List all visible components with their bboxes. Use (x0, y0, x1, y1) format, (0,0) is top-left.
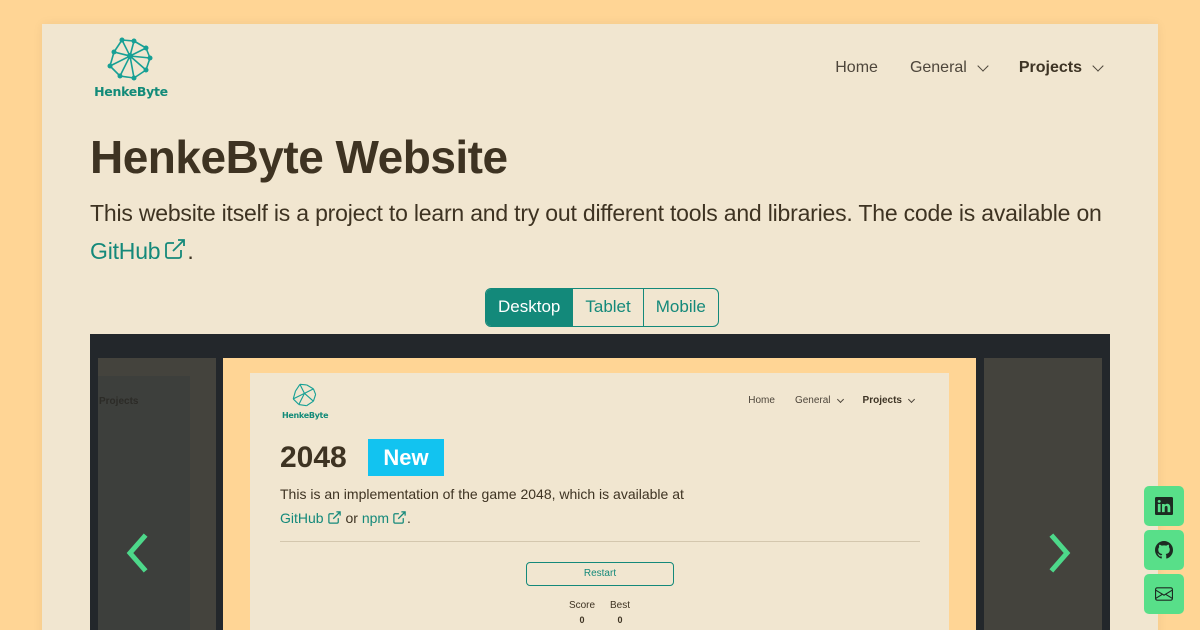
toggle-desktop[interactable]: Desktop (486, 289, 574, 326)
score-box: Score 0 (562, 600, 602, 625)
slide-nav-general: General (794, 395, 844, 406)
view-toggle: Desktop Tablet Mobile (485, 288, 719, 327)
chevron-down-icon (907, 395, 916, 403)
site-logo[interactable]: HenkeByte (94, 36, 168, 102)
previous-arrow-icon[interactable] (122, 531, 152, 575)
slide-title: 2048 (280, 441, 347, 474)
restart-button: Restart (526, 562, 674, 586)
slide-github-label: GitHub (280, 510, 324, 526)
slide-or-text: or (341, 510, 362, 526)
nav-projects-label: Projects (1018, 59, 1082, 76)
slide-divider (280, 541, 920, 542)
best-box: Best 0 (600, 600, 640, 625)
page-description: This website itself is a project to lear… (90, 194, 1120, 270)
github-link[interactable]: GitHub (90, 238, 187, 264)
slide-page-card: HenkeByte Home General Projects 2048 New… (250, 373, 949, 630)
nav-general-label: General (909, 59, 967, 76)
external-link-icon (165, 239, 186, 259)
toggle-tablet[interactable]: Tablet (573, 289, 644, 326)
new-badge: New (368, 439, 444, 476)
slide-nav-projects: Projects (862, 395, 916, 406)
nav-home-label: Home (835, 59, 878, 76)
score-label: Score (568, 600, 596, 611)
network-logo-icon (292, 383, 317, 407)
nav-projects[interactable]: Projects (1018, 59, 1104, 77)
slide-nav-home: Home (748, 395, 775, 406)
page-card: HenkeByte Home General Projects HenkeByt… (42, 24, 1158, 630)
slide-npm-label: npm (361, 510, 390, 526)
mail-icon (1155, 587, 1173, 601)
next-slide-preview (984, 358, 1102, 630)
previous-slide-preview: Projects (98, 358, 216, 630)
slide-period: . (407, 510, 411, 526)
nav-general[interactable]: General (909, 59, 989, 77)
logo-text: HenkeByte (94, 84, 168, 99)
mail-button[interactable] (1144, 574, 1184, 614)
slide-npm-link: npm (362, 510, 407, 526)
slide-logo: HenkeByte (282, 381, 329, 423)
github-icon (1155, 541, 1173, 559)
slide-nav: Home General Projects (748, 395, 916, 406)
slide-nav-general-label: General (794, 395, 831, 406)
previous-slide-content (98, 376, 190, 630)
external-link-icon (393, 511, 406, 524)
external-link-icon (327, 511, 341, 524)
score-value: 0 (579, 615, 585, 625)
best-value: 0 (617, 615, 623, 625)
screenshot-carousel: Projects HenkeByte Home General Projects… (90, 334, 1110, 630)
slide-desc-text: This is an implementation of the game 20… (280, 486, 684, 502)
linkedin-icon (1155, 497, 1173, 515)
previous-slide-nav-text: Projects (99, 396, 139, 407)
page-title: HenkeByte Website (90, 131, 508, 183)
best-label: Best (609, 600, 630, 611)
toggle-mobile[interactable]: Mobile (644, 289, 718, 326)
chevron-down-icon (1092, 59, 1104, 72)
slide-nav-projects-label: Projects (862, 395, 902, 406)
chevron-down-icon (836, 395, 844, 403)
network-logo-icon (107, 37, 153, 81)
current-slide: HenkeByte Home General Projects 2048 New… (223, 358, 976, 630)
linkedin-button[interactable] (1144, 486, 1184, 526)
github-button[interactable] (1144, 530, 1184, 570)
description-suffix: . (187, 238, 194, 264)
description-text: This website itself is a project to lear… (90, 200, 1102, 226)
github-link-label: GitHub (90, 238, 161, 264)
next-arrow-icon[interactable] (1045, 531, 1075, 575)
slide-logo-text: HenkeByte (282, 411, 329, 420)
slide-description: This is an implementation of the game 20… (280, 482, 720, 530)
nav-home[interactable]: Home (835, 59, 878, 77)
chevron-down-icon (977, 59, 989, 72)
slide-github-link: GitHub (280, 510, 342, 526)
main-nav: Home General Projects (835, 59, 1104, 77)
